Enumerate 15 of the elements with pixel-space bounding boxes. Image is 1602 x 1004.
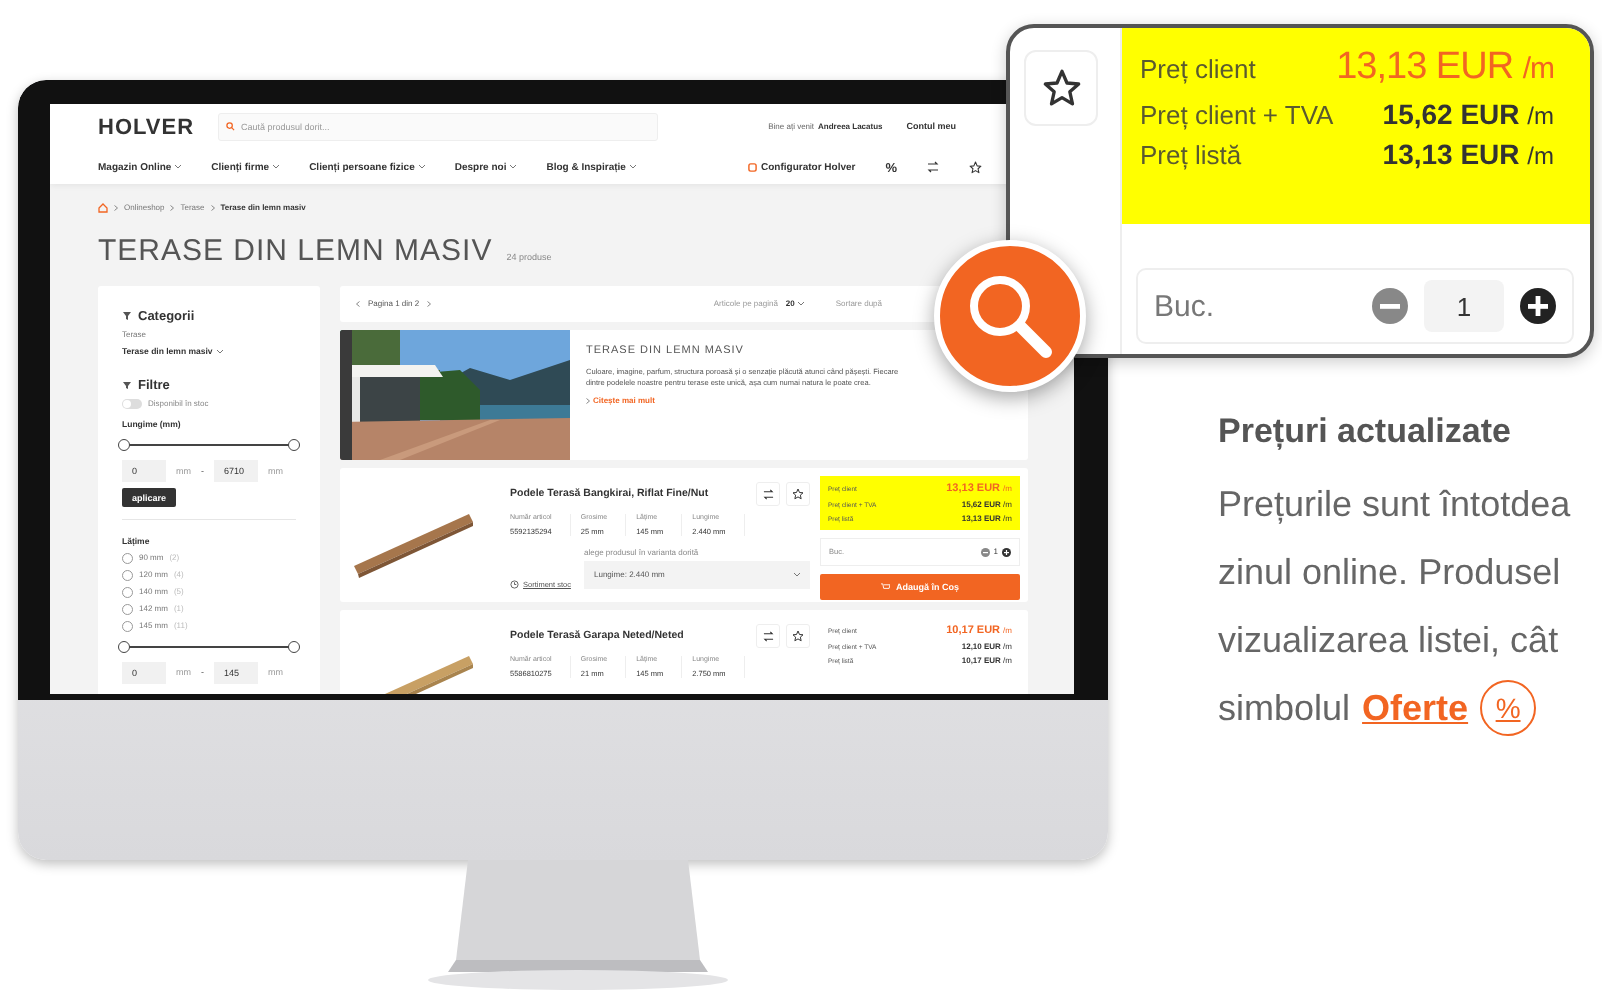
price-value: 15,62 EUR /m — [1382, 98, 1554, 130]
quantity-field[interactable]: 1 — [1424, 280, 1504, 332]
price-label: Preț client + TVA — [1140, 100, 1334, 130]
page-title: TERASE DIN LEMN MASIV — [98, 234, 493, 268]
body-text: vizualizarea listei, cât — [1218, 618, 1561, 664]
price-label: Preț client — [1140, 54, 1256, 84]
price-value: 13,13 EUR /m — [1336, 46, 1554, 90]
body-text: simbolul — [1218, 686, 1351, 732]
logo[interactable]: HOLVER — [98, 114, 195, 140]
body-text: zinul online. Produsel — [1218, 550, 1563, 596]
quantity-label: Buc. — [1154, 289, 1217, 323]
price-label: Preț listă — [1140, 140, 1242, 170]
section-heading: Prețuri actualizate — [1218, 412, 1513, 452]
body-text: Prețurile sunt întotdea — [1218, 482, 1573, 528]
price-value: 13,13 EUR /m — [1382, 138, 1554, 170]
